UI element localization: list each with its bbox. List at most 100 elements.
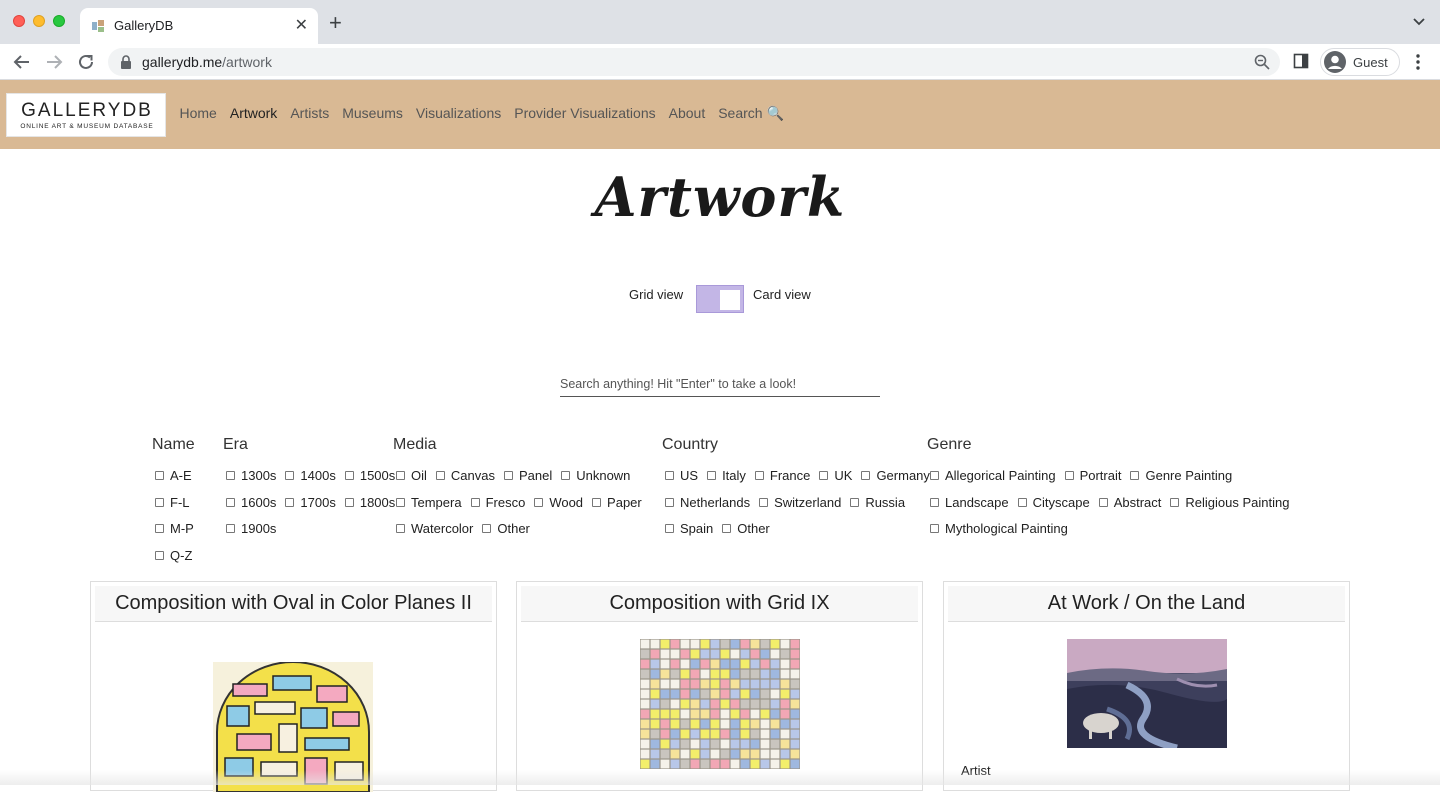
site-logo[interactable]: GALLERYDB ONLINE ART & MUSEUM DATABASE	[6, 93, 166, 137]
profile-button[interactable]: Guest	[1320, 48, 1400, 76]
filter-option[interactable]: Switzerland	[756, 495, 841, 510]
filter-option[interactable]: M-P	[152, 521, 194, 536]
checkbox[interactable]	[226, 470, 235, 480]
nav-visualizations[interactable]: Visualizations	[409, 105, 507, 122]
checkbox[interactable]	[759, 497, 769, 507]
filter-option[interactable]: Religious Painting	[1167, 495, 1289, 510]
filter-option[interactable]: Q-Z	[152, 548, 192, 563]
address-bar[interactable]: gallerydb.me/artwork	[108, 48, 1280, 76]
checkbox[interactable]	[930, 470, 939, 480]
checkbox[interactable]	[435, 470, 445, 480]
checkbox[interactable]	[707, 470, 717, 480]
checkbox[interactable]	[285, 470, 295, 480]
checkbox[interactable]	[226, 524, 235, 534]
filter-option[interactable]: 1400s	[282, 468, 336, 483]
filter-option[interactable]: A-E	[152, 468, 192, 483]
filter-option[interactable]: Oil	[393, 468, 427, 483]
checkbox[interactable]	[344, 470, 354, 480]
filter-option[interactable]: 1500s	[342, 468, 395, 483]
nav-museums[interactable]: Museums	[336, 105, 410, 122]
checkbox[interactable]	[396, 524, 405, 534]
view-switch[interactable]	[696, 285, 744, 313]
checkbox[interactable]	[722, 524, 732, 534]
checkbox[interactable]	[155, 550, 164, 560]
checkbox[interactable]	[1098, 497, 1108, 507]
filter-option[interactable]: F-L	[152, 495, 190, 510]
artwork-card[interactable]: Composition with Grid IX	[516, 581, 923, 791]
checkbox[interactable]	[850, 497, 860, 507]
nav-artists[interactable]: Artists	[284, 105, 336, 122]
checkbox[interactable]	[592, 497, 602, 507]
new-tab-icon[interactable]: +	[329, 12, 342, 34]
filter-option[interactable]: Mythological Painting	[927, 521, 1068, 536]
filter-option[interactable]: Canvas	[433, 468, 495, 483]
filter-option[interactable]: 1900s	[223, 521, 276, 536]
nav-provider-visualizations[interactable]: Provider Visualizations	[508, 105, 662, 122]
checkbox[interactable]	[155, 524, 164, 534]
zoom-icon[interactable]	[1254, 54, 1270, 70]
filter-option[interactable]: France	[752, 468, 810, 483]
filter-option[interactable]: Wood	[531, 495, 583, 510]
close-window-button[interactable]	[13, 15, 25, 27]
filter-option[interactable]: Genre Painting	[1127, 468, 1232, 483]
maximize-window-button[interactable]	[53, 15, 65, 27]
checkbox[interactable]	[930, 524, 939, 534]
checkbox[interactable]	[503, 470, 513, 480]
filter-option[interactable]: Other	[719, 521, 770, 536]
close-tab-icon[interactable]: ✕	[295, 15, 308, 35]
filter-option[interactable]: Paper	[589, 495, 642, 510]
filter-option[interactable]: Abstract	[1096, 495, 1161, 510]
filter-option[interactable]: Germany	[858, 468, 930, 483]
checkbox[interactable]	[155, 470, 164, 480]
filter-option[interactable]: Cityscape	[1015, 495, 1090, 510]
checkbox[interactable]	[930, 497, 939, 507]
filter-option[interactable]: Landscape	[927, 495, 1009, 510]
filter-option[interactable]: 1800s	[342, 495, 395, 510]
search-input[interactable]	[560, 372, 880, 397]
checkbox[interactable]	[396, 497, 405, 507]
checkbox[interactable]	[226, 497, 235, 507]
browser-tab[interactable]: GalleryDB ✕	[80, 8, 318, 44]
checkbox[interactable]	[665, 470, 674, 480]
checkbox[interactable]	[561, 470, 571, 480]
filter-option[interactable]: Italy	[704, 468, 746, 483]
checkbox[interactable]	[482, 524, 492, 534]
back-arrow-icon[interactable]	[11, 51, 33, 73]
filter-option[interactable]: Panel	[501, 468, 552, 483]
filter-option[interactable]: Other	[479, 521, 530, 536]
checkbox[interactable]	[1170, 497, 1180, 507]
more-menu-icon[interactable]	[1411, 53, 1425, 71]
reload-icon[interactable]	[75, 51, 97, 73]
checkbox[interactable]	[754, 470, 764, 480]
side-panel-icon[interactable]	[1293, 53, 1309, 69]
filter-option[interactable]: 1300s	[223, 468, 276, 483]
forward-arrow-icon[interactable]	[43, 51, 65, 73]
artwork-card[interactable]: At Work / On the Land Artist	[943, 581, 1350, 791]
filter-option[interactable]: UK	[816, 468, 852, 483]
nav-artwork[interactable]: Artwork	[223, 105, 283, 122]
chevron-down-icon[interactable]	[1412, 14, 1426, 28]
artwork-image[interactable]	[640, 639, 800, 769]
artwork-image[interactable]	[1067, 639, 1227, 748]
checkbox[interactable]	[1064, 470, 1074, 480]
filter-option[interactable]: Spain	[662, 521, 713, 536]
checkbox[interactable]	[665, 524, 674, 534]
filter-option[interactable]: Unknown	[558, 468, 630, 483]
filter-option[interactable]: Portrait	[1062, 468, 1121, 483]
checkbox[interactable]	[819, 470, 829, 480]
checkbox[interactable]	[344, 497, 354, 507]
filter-option[interactable]: Watercolor	[393, 521, 473, 536]
filter-option[interactable]: US	[662, 468, 698, 483]
checkbox[interactable]	[534, 497, 544, 507]
checkbox[interactable]	[1130, 470, 1140, 480]
nav-home[interactable]: Home	[173, 105, 223, 122]
checkbox[interactable]	[285, 497, 295, 507]
checkbox[interactable]	[861, 470, 871, 480]
checkbox[interactable]	[1017, 497, 1027, 507]
filter-option[interactable]: 1600s	[223, 495, 276, 510]
checkbox[interactable]	[665, 497, 674, 507]
checkbox[interactable]	[470, 497, 480, 507]
filter-option[interactable]: 1700s	[282, 495, 336, 510]
filter-option[interactable]: Russia	[847, 495, 905, 510]
filter-option[interactable]: Allegorical Painting	[927, 468, 1056, 483]
